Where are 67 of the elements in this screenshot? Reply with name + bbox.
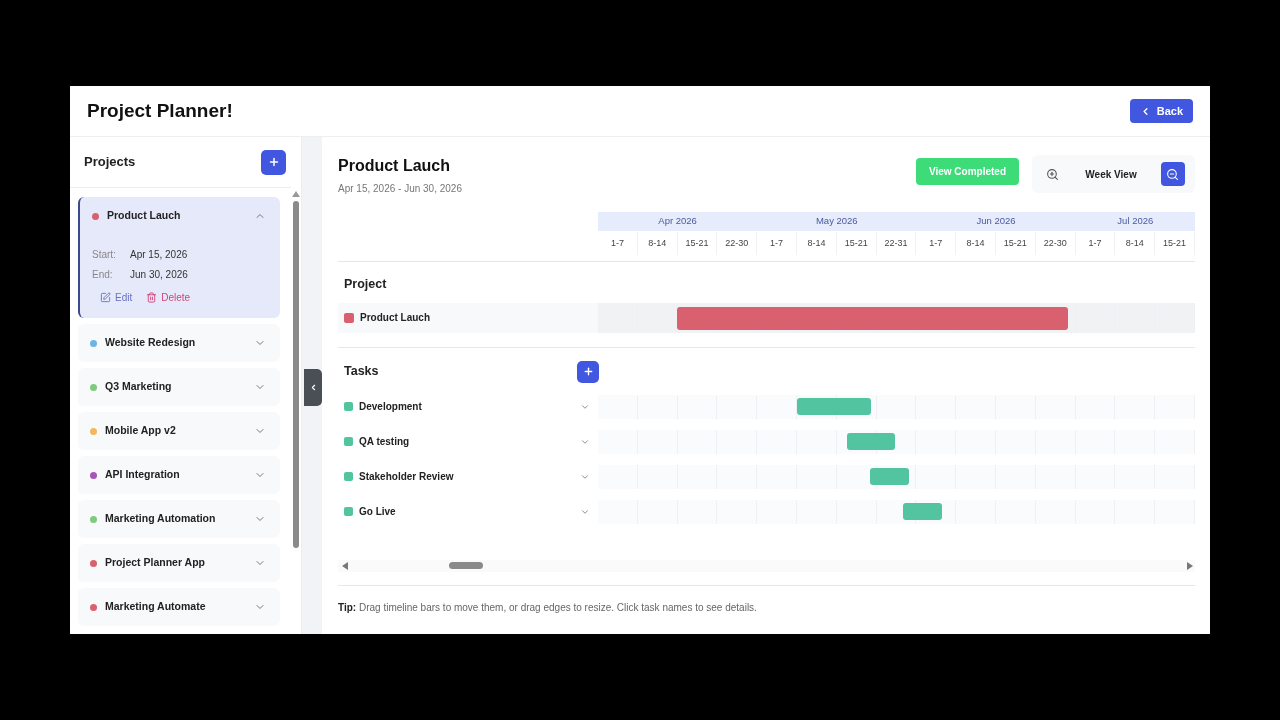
project-card[interactable]: Project Planner App [78, 544, 281, 582]
week-header: 1-7 [916, 232, 957, 255]
add-project-button[interactable] [261, 149, 287, 175]
project-name: Q3 Marketing [105, 379, 173, 395]
project-name: Marketing Automate [105, 599, 207, 615]
project-card[interactable]: Product Lauch Start: Apr 15, 2026 End: Jun 30, 2026 Edit Delete [78, 197, 281, 318]
edit-icon [100, 292, 111, 303]
edit-button[interactable]: Edit [98, 290, 135, 305]
task-name[interactable]: Go Live [359, 504, 580, 520]
date-range: Apr 15, 2026 - Jun 30, 2026 [338, 182, 462, 196]
plus-icon [267, 156, 280, 168]
task-name[interactable]: QA testing [359, 434, 580, 450]
week-header: 8-14 [797, 232, 837, 255]
detail-label: Start: [92, 247, 117, 262]
week-header: 22-30 [717, 232, 758, 255]
collapse-sidebar-button[interactable] [304, 369, 322, 406]
month-header: Apr 2026 [657, 214, 698, 229]
trash-icon [146, 292, 158, 303]
week-header: 15-21 [836, 232, 877, 255]
timeline-bar[interactable] [677, 306, 1068, 330]
project-card[interactable]: Mobile App v2 [78, 412, 281, 450]
detail-value: Jun 30, 2026 [130, 267, 188, 282]
zoom-in-icon [1046, 167, 1059, 181]
zoom-level-label: Week View [1085, 167, 1137, 182]
project-card[interactable]: Q3 Marketing [78, 368, 281, 406]
section-title: Tasks [344, 363, 380, 381]
add-task-button[interactable] [577, 360, 599, 383]
project-name: Marketing Automation [105, 511, 217, 527]
project-card[interactable]: Marketing Automate [78, 588, 281, 626]
project-row-name: Product Lauch [360, 311, 430, 326]
tip-text: Tip: Drag timeline bars to move them, or drag edges to resize. Click task names to see details. [338, 600, 758, 615]
project-card[interactable]: Website Redesign [78, 324, 281, 362]
project-name: Product Lauch [107, 208, 182, 224]
project-name: Project Planner App [105, 555, 206, 571]
zoom-out-icon [1166, 167, 1180, 181]
plus-icon [582, 366, 594, 378]
project-card[interactable]: Marketing Automation [78, 500, 281, 538]
week-header: 15-21 [677, 232, 718, 255]
project-name: Website Redesign [105, 335, 197, 351]
section-title: Project [344, 276, 388, 293]
week-header: 8-14 [956, 232, 996, 255]
month-header: May 2026 [814, 214, 859, 229]
sidebar-title: Projects [84, 153, 136, 172]
task-name[interactable]: Development [359, 399, 580, 415]
project-card[interactable]: API Integration [78, 456, 281, 494]
week-header: 22-30 [1035, 232, 1076, 255]
month-header: Jul 2026 [1116, 214, 1155, 229]
week-header: 1-7 [598, 232, 638, 255]
week-header: 15-21 [995, 232, 1036, 255]
project-name: API Integration [105, 467, 181, 483]
horizontal-scrollbar[interactable] [338, 559, 1195, 572]
month-header: Jun 2026 [975, 214, 1017, 229]
zoom-out-button[interactable] [1161, 162, 1185, 186]
project-name: Mobile App v2 [105, 423, 177, 439]
back-button[interactable]: Back [1129, 99, 1193, 123]
week-header: 15-21 [1155, 232, 1195, 255]
detail-value: Apr 15, 2026 [130, 247, 188, 262]
project-title: Product Lauch [338, 156, 451, 176]
delete-button[interactable]: Delete [144, 290, 193, 305]
week-header: 8-14 [1115, 232, 1156, 255]
task-name[interactable]: Stakeholder Review [359, 469, 580, 485]
detail-label: End: [92, 267, 114, 282]
week-header: 1-7 [757, 232, 797, 255]
week-header: 8-14 [637, 232, 678, 255]
week-header: 22-31 [876, 232, 917, 255]
week-header: 1-7 [1075, 232, 1116, 255]
app-title: Project Planner! [87, 98, 233, 123]
